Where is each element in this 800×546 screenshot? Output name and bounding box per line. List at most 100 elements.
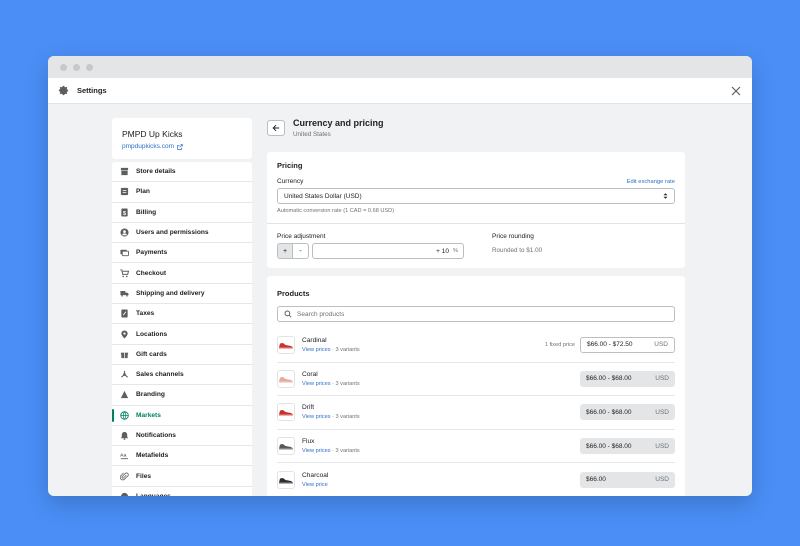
page-subtitle: United States [293,131,331,138]
search-input[interactable]: Search products [277,306,675,322]
close-icon[interactable] [730,85,742,97]
view-prices-link[interactable]: View prices [302,347,331,353]
price-field[interactable]: $66.00 - $72.50 USD [580,336,675,353]
sidebar-item-label: Checkout [136,269,167,277]
sidebar-item-branding[interactable]: Branding [112,385,252,406]
price-field: $66.00 USD [580,471,675,488]
payments-icon [120,248,129,257]
product-price-area: $66.00 - $68.00 USD [580,438,675,455]
variant-count: · 3 variants [332,448,360,455]
sneaker-icon [279,444,294,451]
settings-content: PMPD Up Kicks pmpdupkicks.com Store deta… [48,104,752,496]
product-meta: View prices · 3 variants [302,448,360,454]
view-prices-link[interactable]: View price [302,482,328,488]
product-thumbnail [277,470,295,489]
sidebar-item-label: Store details [136,168,176,176]
product-price-area: $66.00 - $68.00 USD [580,370,675,387]
decrease-button[interactable]: - [293,243,309,259]
window-dot-maximize[interactable] [86,63,93,71]
currency-code: USD [655,375,669,383]
price-field: $66.00 - $68.00 USD [580,370,675,387]
sidebar-item-metafields[interactable]: Aa Metafields [112,446,252,467]
app-header: Settings [48,78,752,104]
bell-icon [120,431,129,440]
store-url[interactable]: pmpdupkicks.com [122,143,174,150]
product-name: Coral [302,370,318,378]
price-rounding-value: Rounded to $1.00 [492,247,543,254]
product-thumbnail [277,403,295,422]
app-title: Settings [77,86,107,95]
edit-exchange-rate-link[interactable]: Edit exchange rate [627,179,675,185]
store-name: PMPD Up Kicks [122,129,183,139]
sidebar-item-label: Markets [136,411,161,419]
product-row: Coral View prices · 3 variants $66.00 - $6… [277,361,675,396]
currency-label: Currency [277,178,304,185]
gift-icon [120,350,129,359]
sidebar-item-taxes[interactable]: Taxes [112,304,252,325]
globe-icon [120,410,129,420]
gear-icon [58,85,70,97]
sidebar-item-plan[interactable]: Plan [112,182,252,203]
sidebar-item-label: Users and permissions [136,229,209,237]
sidebar-item-label: Sales channels [136,371,184,379]
sidebar-item-gift-cards[interactable]: Gift cards [112,345,252,365]
increase-button[interactable]: + [277,243,293,259]
sidebar-item-billing[interactable]: $ Billing [112,203,252,223]
sidebar-item-checkout[interactable]: Checkout [112,263,252,284]
currency-select-value: United States Dollar (USD) [284,192,362,200]
product-list: Cardinal View prices · 3 variants 1 fixed … [277,328,675,496]
page-title: Currency and pricing [293,118,384,128]
location-icon [120,329,129,339]
price-value: $66.00 - $68.00 [586,375,632,383]
product-row: Cardinal View prices · 3 variants 1 fixed … [277,328,675,362]
currency-select[interactable]: United States Dollar (USD) [277,188,675,204]
sidebar-item-label: Shipping and delivery [136,289,205,297]
conversion-help: Automatic conversion rate (1 CAD = 0.68 … [277,208,395,214]
product-meta: View prices · 3 variants [302,381,360,387]
product-row: Charcoal View price $66.00 USD [277,462,675,496]
sidebar-item-languages[interactable]: Languages [112,487,252,496]
view-prices-link[interactable]: View prices [302,414,331,420]
sneaker-icon [279,410,294,417]
sidebar-item-notifications[interactable]: Notifications [112,426,252,447]
sidebar-item-store-details[interactable]: Store details [112,162,252,183]
sidebar-item-sales-channels[interactable]: Sales channels [112,365,252,386]
view-prices-link[interactable]: View prices [302,381,331,387]
sidebar-item-payments[interactable]: Payments [112,243,252,264]
svg-text:Aa: Aa [120,453,127,459]
external-link-icon [177,143,183,150]
settings-window: Settings PMPD Up Kicks pmpdupkicks.com S… [48,56,752,496]
product-price-area: $66.00 - $68.00 USD [580,404,675,421]
sidebar-item-shipping-and-delivery[interactable]: Shipping and delivery [112,284,252,305]
fixed-price-label: 1 fixed price [544,341,575,348]
window-dot-close[interactable] [60,63,67,71]
view-prices-link[interactable]: View prices [302,448,331,454]
settings-nav: Store details Plan $ Billing Users and permi… [112,162,252,496]
products-card: Products Search products Cardinal View pr… [267,276,685,496]
metafields-icon: Aa [120,451,129,460]
store-icon [120,167,129,176]
currency-code: USD [654,341,668,349]
sidebar-item-users-and-permissions[interactable]: Users and permissions [112,223,252,244]
sidebar-item-label: Metafields [136,452,169,460]
sidebar-item-locations[interactable]: Locations [112,324,252,345]
price-adjustment-input[interactable]: + 10 % [312,243,464,259]
settings-sidebar: PMPD Up Kicks pmpdupkicks.com Store deta… [112,118,252,496]
select-arrows-icon [663,193,668,199]
product-price-area: 1 fixed price $66.00 - $72.50 USD [544,336,675,353]
sidebar-item-files[interactable]: Files [112,466,252,487]
store-link[interactable]: pmpdupkicks.com [122,143,242,150]
percent-suffix: % [453,248,458,254]
back-button[interactable] [267,120,285,136]
languages-icon [120,492,129,496]
arrow-left-icon [272,124,280,132]
sidebar-item-label: Files [136,472,152,480]
sidebar-item-markets[interactable]: Markets [112,406,252,426]
currency-code: USD [655,476,669,484]
window-dot-minimize[interactable] [73,63,80,71]
product-meta: View price [302,482,328,488]
page-header: Currency and pricing United States [267,118,685,144]
price-adjustment-label: Price adjustment [277,233,326,240]
pricing-card: Pricing Currency Edit exchange rate Unit… [267,152,685,268]
cart-icon [120,269,129,278]
